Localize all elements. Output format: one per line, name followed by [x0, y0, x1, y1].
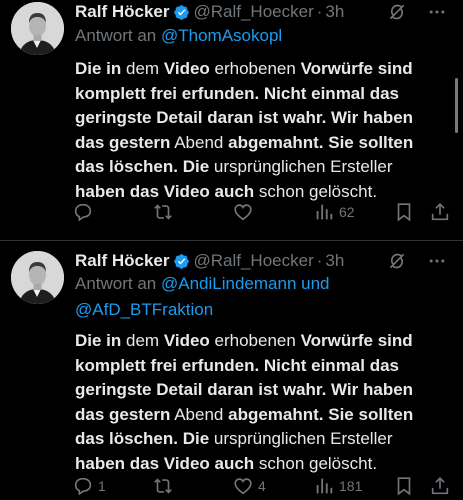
text-run: Abend	[170, 404, 229, 424]
separator-dot: ·	[316, 251, 323, 270]
text-run: dem	[121, 331, 164, 350]
timestamp[interactable]: 3h	[325, 251, 344, 271]
retweet-icon	[154, 478, 172, 494]
views-button[interactable]: 62	[313, 199, 355, 225]
grok-icon[interactable]	[387, 2, 407, 22]
text-run: Video	[163, 59, 210, 78]
more-icon[interactable]	[427, 2, 447, 22]
author-name[interactable]: Ralf Höcker	[75, 2, 169, 22]
text-run: Video	[163, 331, 210, 350]
views-count: 181	[339, 478, 363, 494]
tweet-header: Ralf Höcker @Ralf_Hoecker · 3h	[75, 0, 463, 24]
author-name[interactable]: Ralf Höcker	[75, 251, 169, 271]
avatar-photo	[11, 251, 64, 304]
text-run: haben das Video auch	[75, 453, 255, 473]
views-icon	[316, 478, 333, 494]
bookmark-icon	[397, 477, 411, 496]
reply-count: 1	[98, 478, 106, 494]
tweet-text: Die in dem Video erhobenen Vorwürfe sind…	[75, 57, 435, 204]
bookmark-icon	[397, 203, 411, 222]
text-run: erhobenen	[209, 331, 301, 350]
text-run: schon gelöscht.	[254, 181, 378, 201]
text-run: abgemahnt	[228, 404, 319, 424]
share-icon	[431, 477, 449, 495]
reply-button[interactable]	[72, 199, 98, 225]
author-handle[interactable]: @Ralf_Hoecker	[193, 2, 313, 22]
separator-dot: ·	[316, 2, 323, 21]
text-run: erhobenen	[209, 59, 301, 78]
retweet-button[interactable]	[152, 473, 178, 499]
text-run: dem	[121, 59, 164, 78]
text-run: ursprünglichen Ersteller	[209, 157, 393, 176]
more-icon[interactable]	[427, 251, 447, 271]
action-bar: 62	[72, 199, 453, 225]
text-run: ursprünglichen Ersteller	[209, 429, 393, 448]
tweet-header: Ralf Höcker @Ralf_Hoecker · 3h	[75, 249, 463, 273]
reply-icon	[74, 477, 92, 496]
text-run: .	[318, 404, 329, 424]
tweet[interactable]: Ralf Höcker @Ralf_Hoecker · 3h Antwort a…	[0, 241, 463, 500]
reply-button[interactable]: 1	[72, 473, 106, 499]
author-handle[interactable]: @Ralf_Hoecker	[193, 251, 313, 271]
views-button[interactable]: 181	[313, 473, 362, 499]
text-run: Die in	[75, 331, 122, 350]
retweet-icon	[154, 204, 172, 220]
like-icon	[234, 204, 252, 221]
tweet[interactable]: Ralf Höcker @Ralf_Hoecker · 3h Antwort a…	[0, 0, 463, 240]
verified-badge-icon	[174, 253, 190, 269]
text-run: .	[318, 132, 329, 152]
tweet-text: Die in dem Video erhobenen Vorwürfe sind…	[75, 329, 435, 476]
bookmark-button[interactable]	[393, 473, 415, 499]
text-run: Die in	[75, 59, 122, 78]
views-icon	[316, 204, 333, 220]
reply-context: Antwort an @AndiLindemann und @AfD_BTFra…	[75, 271, 365, 323]
share-button[interactable]	[429, 473, 451, 499]
timestamp[interactable]: 3h	[325, 2, 344, 22]
share-icon	[431, 203, 449, 221]
avatar-photo	[11, 2, 64, 55]
action-bar: 1 4 181	[72, 473, 453, 499]
grok-icon[interactable]	[387, 251, 407, 271]
views-count: 62	[339, 204, 355, 220]
verified-badge-icon	[174, 4, 190, 20]
scrollbar[interactable]	[455, 78, 458, 133]
like-button[interactable]	[232, 199, 258, 225]
reply-mention[interactable]: @ThomAsokopl	[161, 26, 282, 45]
text-run: abgemahnt	[228, 132, 319, 152]
like-icon	[234, 478, 252, 495]
like-count: 4	[258, 478, 266, 494]
reply-prefix: Antwort an	[75, 274, 157, 293]
retweet-button[interactable]	[152, 199, 178, 225]
avatar[interactable]	[11, 2, 64, 55]
text-run: schon gelöscht.	[254, 453, 378, 473]
reply-icon	[74, 203, 92, 222]
avatar[interactable]	[11, 251, 64, 304]
share-button[interactable]	[429, 199, 451, 225]
text-run: haben das Video auch	[75, 181, 255, 201]
reply-context: Antwort an @ThomAsokopl	[75, 23, 282, 49]
like-button[interactable]: 4	[232, 473, 266, 499]
bookmark-button[interactable]	[393, 199, 415, 225]
text-run: Abend	[170, 132, 229, 152]
reply-prefix: Antwort an	[75, 26, 157, 45]
